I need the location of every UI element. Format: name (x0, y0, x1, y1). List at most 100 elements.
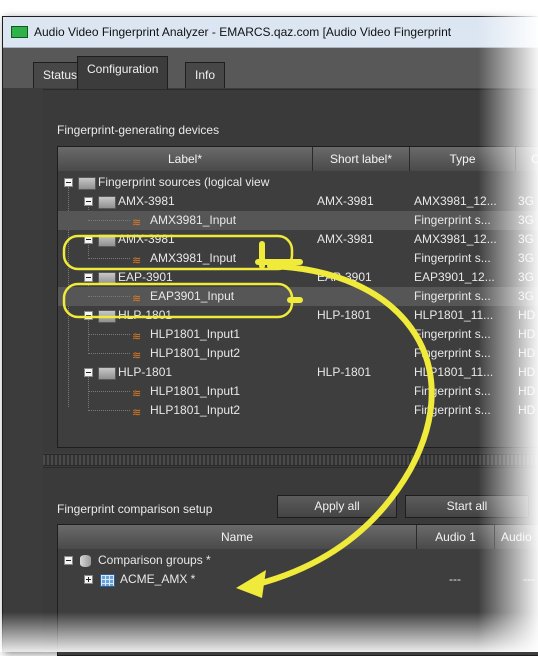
row-c: 3G (518, 251, 535, 265)
column-header-name[interactable]: Name (58, 525, 417, 549)
column-header-c[interactable]: C (516, 147, 538, 171)
collapse-icon[interactable] (84, 368, 93, 377)
tab-configuration[interactable]: Configuration (77, 56, 169, 89)
row-label: HLP1801_Input1 (150, 327, 241, 341)
row-label: EAP3901_Input (150, 289, 235, 303)
tree-row-comparison-groups[interactable]: Comparison groups * (58, 551, 538, 570)
row-name: Comparison groups * (98, 553, 211, 567)
column-header-short-label[interactable]: Short label* (313, 147, 410, 171)
tree-row-input[interactable]: ≋ HLP1801_Input1 Fingerprint s... HD (58, 382, 538, 401)
tree-row-device[interactable]: HLP-1801 HLP-1801 HLP1801_11... HD (58, 306, 538, 325)
row-type: Fingerprint s... (414, 213, 491, 227)
row-label: Fingerprint sources (logical view (98, 175, 270, 189)
row-type: Fingerprint s... (414, 403, 491, 417)
row-name: ACME_AMX * (120, 572, 196, 586)
tree-row-input[interactable]: ≋ EAP3901_Input Fingerprint s... 3G (58, 287, 538, 306)
collapse-icon[interactable] (64, 178, 73, 187)
collapse-icon[interactable] (84, 273, 93, 282)
tree-line (88, 410, 130, 412)
tree-row-device[interactable]: AMX-3981 AMX-3981 AMX3981_12... 3G (58, 230, 538, 249)
comparison-section-title: Fingerprint comparison setup (57, 502, 213, 516)
column-header-audio-1[interactable]: Audio 1 (417, 525, 495, 549)
row-label: HLP1801_Input2 (150, 403, 241, 417)
collapse-icon[interactable] (84, 197, 93, 206)
row-short-label: HLP-1801 (317, 308, 372, 322)
tree-line (88, 353, 130, 355)
title-bar[interactable]: Audio Video Fingerprint Analyzer - EMARC… (3, 17, 538, 48)
tree-row-input[interactable]: ≋ HLP1801_Input2 Fingerprint s... HD (58, 344, 538, 363)
row-label: AMX-3981 (118, 232, 175, 246)
collapse-icon[interactable] (84, 235, 93, 244)
row-c: HD (518, 346, 536, 360)
tree-line (88, 334, 130, 336)
column-header-type[interactable]: Type (410, 147, 516, 171)
row-c: HD (518, 365, 536, 379)
row-type: HLP1801_11... (414, 308, 494, 322)
comparison-table: Name Audio 1 Audio Comparison groups * A… (57, 524, 538, 656)
tab-bar: Status Configuration Info (3, 48, 538, 89)
row-type: HLP1801_11... (414, 365, 494, 379)
table-icon (100, 574, 115, 587)
tab-info[interactable]: Info (185, 62, 226, 88)
tree-row-input[interactable]: ≋ HLP1801_Input1 Fingerprint s... HD (58, 325, 538, 344)
folder-icon (98, 367, 116, 380)
row-type: Fingerprint s... (414, 327, 491, 341)
start-all-button[interactable]: Start all (405, 495, 529, 518)
row-label: AMX3981_Input (150, 251, 237, 265)
folder-icon (78, 177, 96, 190)
tree-row-input[interactable]: ≋ AMX3981_Input Fingerprint s... 3G (58, 249, 538, 268)
tree-line (88, 391, 130, 393)
row-short-label: AMX-3981 (317, 232, 374, 246)
row-label: AMX3981_Input (150, 213, 237, 227)
row-type: Fingerprint s... (414, 346, 491, 360)
row-c: 3G (518, 289, 535, 303)
row-type: EAP3901_12... (414, 270, 495, 284)
tree-row-root[interactable]: Fingerprint sources (logical view (58, 173, 538, 192)
folder-icon (98, 310, 116, 323)
database-icon (80, 555, 91, 567)
row-c: HD (518, 308, 536, 322)
window-title: Audio Video Fingerprint Analyzer - EMARC… (34, 25, 452, 39)
row-type: Fingerprint s... (414, 289, 491, 303)
row-type: AMX3981_12... (414, 232, 497, 246)
tree-row-group[interactable]: ACME_AMX * --- --- (58, 570, 538, 589)
column-header-label[interactable]: Label* (58, 147, 313, 171)
row-c: HD (518, 327, 536, 341)
row-label: HLP1801_Input2 (150, 346, 241, 360)
tree-row-device[interactable]: EAP-3901 EAP-3901 EAP3901_12... 3G (58, 268, 538, 287)
collapse-icon[interactable] (64, 556, 73, 565)
app-window: Audio Video Fingerprint Analyzer - EMARC… (2, 16, 538, 656)
tree-row-device[interactable]: HLP-1801 HLP-1801 HLP1801_11... HD (58, 363, 538, 382)
tree-row-input[interactable]: ≋ HLP1801_Input2 Fingerprint s... HD (58, 401, 538, 420)
folder-icon (98, 196, 116, 209)
row-type: Fingerprint s... (414, 251, 491, 265)
folder-icon (98, 234, 116, 247)
app-icon (11, 26, 28, 38)
row-label: HLP1801_Input1 (150, 384, 241, 398)
devices-table: Label* Short label* Type C Fingerprint s… (57, 146, 538, 448)
row-c: HD (518, 384, 536, 398)
column-header-audio-2[interactable]: Audio (495, 525, 538, 549)
apply-all-button[interactable]: Apply all (277, 495, 397, 518)
row-type: AMX3981_12... (414, 194, 497, 208)
row-audio-1: --- (449, 572, 461, 586)
tab-info-label: Info (195, 68, 216, 82)
tree-row-input[interactable]: ≋ AMX3981_Input Fingerprint s... 3G (58, 211, 538, 230)
panel-splitter[interactable] (43, 454, 538, 466)
row-label: EAP-3901 (118, 270, 173, 284)
row-c: 3G (518, 194, 535, 208)
row-label: HLP-1801 (118, 308, 173, 322)
tab-status-label: Status (43, 68, 78, 82)
row-short-label: EAP-3901 (317, 270, 372, 284)
audio-wave-icon: ≋ (132, 407, 142, 419)
comparison-panel: Fingerprint comparison setup Apply all S… (43, 467, 538, 656)
devices-panel: Fingerprint-generating devices Label* Sh… (43, 89, 538, 452)
collapse-icon[interactable] (84, 311, 93, 320)
expand-icon[interactable] (84, 575, 93, 584)
row-short-label: HLP-1801 (317, 365, 372, 379)
tab-configuration-label: Configuration (87, 62, 159, 76)
row-type: Fingerprint s... (414, 384, 491, 398)
tree-row-device[interactable]: AMX-3981 AMX-3981 AMX3981_12... 3G (58, 192, 538, 211)
row-short-label: AMX-3981 (317, 194, 374, 208)
devices-section-title: Fingerprint-generating devices (57, 123, 220, 137)
